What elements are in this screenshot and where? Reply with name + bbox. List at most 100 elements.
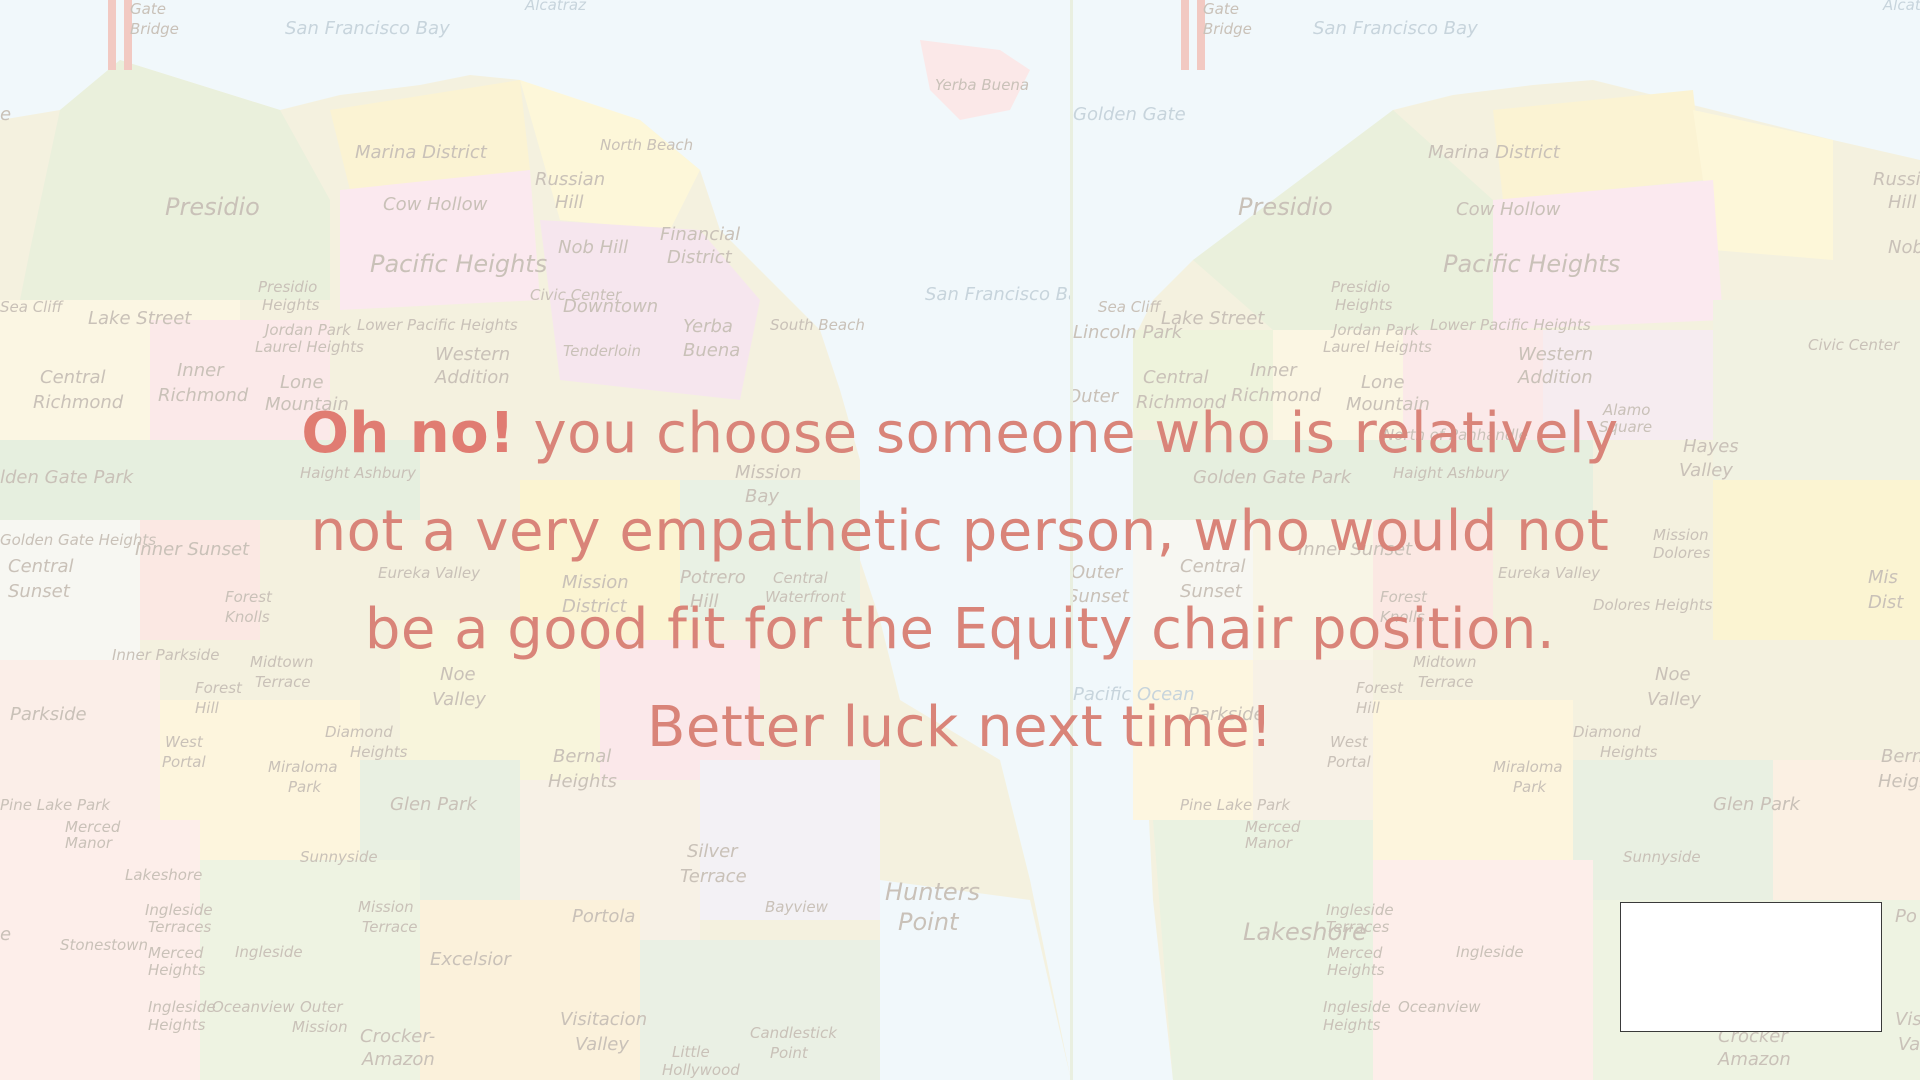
- svg-text:San Francisco Bay: San Francisco Bay: [1313, 18, 1478, 39]
- message-line-4: Better luck next time!: [647, 695, 1273, 760]
- svg-text:Manor: Manor: [65, 834, 113, 852]
- svg-text:Yerba: Yerba: [683, 316, 733, 337]
- svg-text:Amazon: Amazon: [1717, 1049, 1791, 1070]
- svg-text:Laurel Heights: Laurel Heights: [1323, 338, 1432, 356]
- svg-text:Hill: Hill: [195, 699, 220, 717]
- svg-text:Excelsior: Excelsior: [430, 949, 512, 970]
- svg-text:Jordan Park: Jordan Park: [262, 321, 352, 339]
- svg-text:Visitacion: Visitacion: [560, 1009, 647, 1030]
- svg-text:Parkside: Parkside: [10, 704, 87, 725]
- svg-text:Inner Parkside: Inner Parkside: [112, 646, 219, 664]
- svg-text:Golden Gate: Golden Gate: [1073, 104, 1186, 125]
- game-screen: Gate Bridge San Francisco Bay Alcatraz Y…: [0, 0, 1920, 1080]
- svg-text:Richmond: Richmond: [33, 392, 124, 413]
- svg-text:Presidio: Presidio: [1331, 278, 1390, 296]
- svg-text:Outer: Outer: [300, 998, 343, 1016]
- svg-text:Presidio: Presidio: [258, 278, 317, 296]
- svg-text:Ingleside: Ingleside: [148, 998, 216, 1016]
- svg-text:Merced: Merced: [148, 944, 204, 962]
- svg-text:Bayview: Bayview: [765, 898, 829, 916]
- svg-text:Dist: Dist: [1868, 592, 1904, 613]
- svg-text:Inner: Inner: [177, 360, 225, 381]
- svg-text:lden Gate Park: lden Gate Park: [0, 467, 135, 488]
- svg-text:Cow Hollow: Cow Hollow: [1456, 199, 1561, 220]
- svg-text:South Beach: South Beach: [770, 316, 865, 334]
- svg-text:Presidio: Presidio: [165, 193, 260, 221]
- svg-text:Inner: Inner: [1250, 360, 1298, 381]
- svg-text:Lower Pacific Heights: Lower Pacific Heights: [357, 316, 518, 334]
- svg-text:Financial: Financial: [660, 224, 740, 245]
- svg-text:Mission: Mission: [292, 1018, 348, 1036]
- svg-text:Bridge: Bridge: [130, 20, 179, 38]
- svg-text:Lakeshore: Lakeshore: [125, 866, 202, 884]
- svg-text:Pine Lake Park: Pine Lake Park: [1180, 796, 1291, 814]
- blank-panel[interactable]: [1620, 902, 1882, 1032]
- svg-text:Yerba Buena: Yerba Buena: [935, 76, 1029, 94]
- svg-text:Manor: Manor: [1245, 834, 1293, 852]
- message-line-2: not a very empathetic person, who would …: [310, 499, 1610, 564]
- message-line-1-text: you choose someone who is relatively: [515, 401, 1619, 466]
- svg-text:Glen Park: Glen Park: [1713, 794, 1801, 815]
- svg-text:Point: Point: [898, 908, 960, 936]
- svg-text:Pacific Heights: Pacific Heights: [1443, 250, 1620, 278]
- svg-text:Hill: Hill: [1888, 192, 1917, 213]
- svg-text:Richmond: Richmond: [158, 385, 249, 406]
- svg-text:Civic Center: Civic Center: [530, 286, 622, 304]
- svg-text:Sunnyside: Sunnyside: [1623, 848, 1701, 866]
- svg-text:Civic Center: Civic Center: [1808, 336, 1900, 354]
- svg-text:Va: Va: [1898, 1034, 1920, 1055]
- svg-text:Merced: Merced: [1327, 944, 1383, 962]
- message-emphasis: Oh no!: [301, 401, 516, 466]
- svg-text:Heights: Heights: [1335, 296, 1393, 314]
- svg-text:Ingleside: Ingleside: [1326, 901, 1394, 919]
- svg-text:Nob: Nob: [1888, 237, 1920, 258]
- svg-text:Gate: Gate: [130, 0, 166, 18]
- svg-text:Mission: Mission: [358, 898, 414, 916]
- svg-text:District: District: [667, 247, 733, 268]
- svg-text:Park: Park: [288, 778, 322, 796]
- svg-text:Portola: Portola: [572, 906, 635, 927]
- svg-text:Alcatraz: Alcatraz: [524, 0, 587, 14]
- svg-text:Lower Pacific Heights: Lower Pacific Heights: [1430, 316, 1591, 334]
- svg-text:North Beach: North Beach: [600, 136, 693, 154]
- svg-text:Pine Lake Park: Pine Lake Park: [0, 796, 111, 814]
- svg-text:Lake Street: Lake Street: [1161, 308, 1265, 329]
- svg-text:Valley: Valley: [575, 1034, 629, 1055]
- svg-text:Laurel Heights: Laurel Heights: [255, 338, 364, 356]
- svg-text:Russian: Russian: [1873, 169, 1920, 190]
- svg-text:Heights: Heights: [1327, 961, 1385, 979]
- svg-text:San Francisco Bay: San Francisco Bay: [285, 18, 450, 39]
- svg-text:Little: Little: [672, 1043, 710, 1061]
- svg-text:Jordan Park: Jordan Park: [1330, 321, 1420, 339]
- svg-text:Candlestick: Candlestick: [750, 1024, 838, 1042]
- svg-text:Tenderloin: Tenderloin: [563, 342, 641, 360]
- svg-text:Park: Park: [1513, 778, 1547, 796]
- svg-text:Heigh: Heigh: [1878, 771, 1920, 792]
- svg-text:Cow Hollow: Cow Hollow: [383, 194, 488, 215]
- svg-text:Ingleside: Ingleside: [1323, 998, 1391, 1016]
- message-line-1: Oh no! you choose someone who is relativ…: [240, 385, 1680, 483]
- svg-text:Glen Park: Glen Park: [390, 794, 478, 815]
- svg-text:Sunset: Sunset: [8, 581, 71, 602]
- svg-text:Western: Western: [435, 344, 510, 365]
- svg-text:Ingleside: Ingleside: [1456, 943, 1524, 961]
- svg-text:San Francisco Bay: San Francisco Bay: [925, 284, 1071, 305]
- svg-text:Presidio: Presidio: [1238, 193, 1333, 221]
- svg-text:Heights: Heights: [148, 1016, 206, 1034]
- svg-text:Sea Cliff: Sea Cliff: [0, 298, 65, 316]
- svg-text:Hunters: Hunters: [885, 878, 980, 906]
- svg-text:Marina District: Marina District: [355, 142, 488, 163]
- svg-text:Western: Western: [1518, 344, 1593, 365]
- svg-text:Po: Po: [1895, 906, 1917, 927]
- svg-text:Central: Central: [40, 367, 106, 388]
- svg-text:Nob Hill: Nob Hill: [558, 237, 628, 258]
- svg-text:Crocker-: Crocker-: [360, 1026, 435, 1047]
- svg-text:Stonestown: Stonestown: [60, 936, 148, 954]
- svg-text:Marina District: Marina District: [1428, 142, 1561, 163]
- svg-text:Ingleside: Ingleside: [145, 901, 213, 919]
- svg-text:Sunnyside: Sunnyside: [300, 848, 378, 866]
- svg-text:Visi: Visi: [1895, 1009, 1920, 1030]
- svg-text:Terraces: Terraces: [148, 918, 212, 936]
- svg-text:Hill: Hill: [555, 192, 584, 213]
- result-message: Oh no! you choose someone who is relativ…: [240, 385, 1680, 777]
